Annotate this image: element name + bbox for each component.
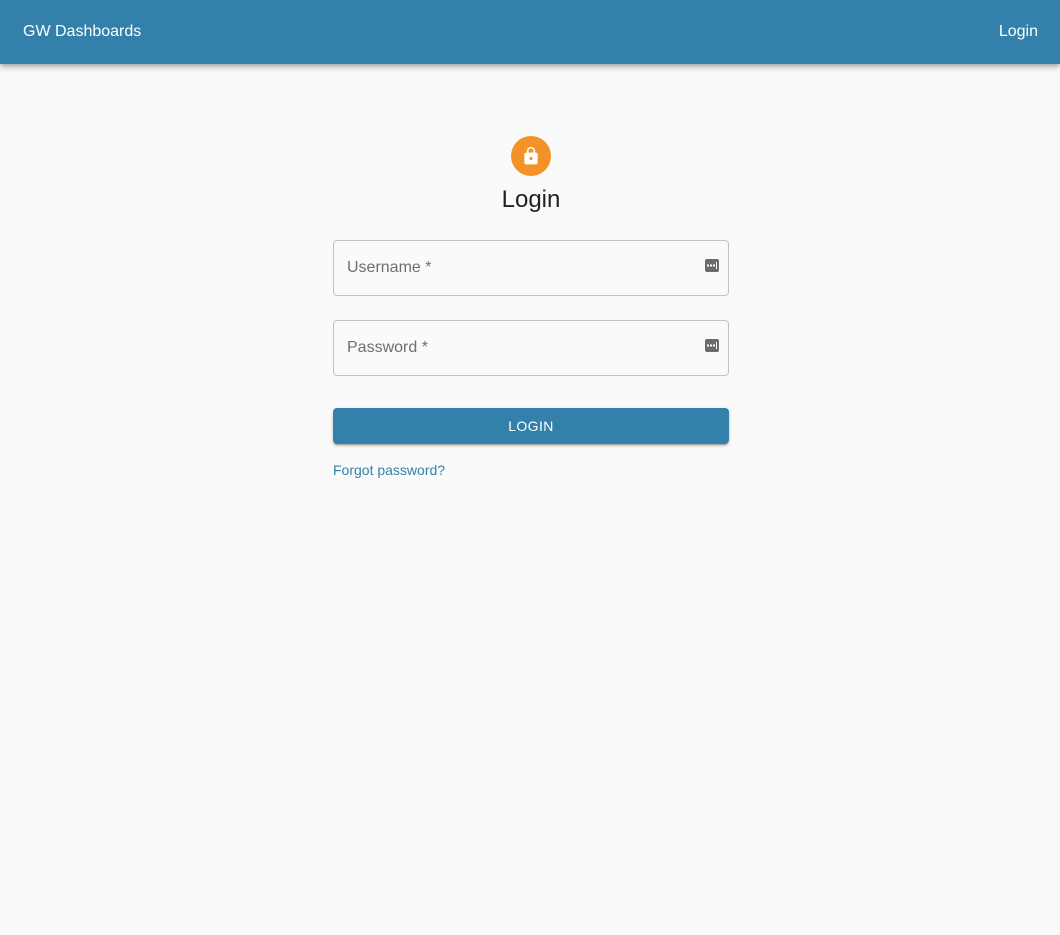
appbar-login-link[interactable]: Login — [999, 0, 1038, 64]
username-field[interactable]: Username * — [333, 240, 729, 296]
password-manager-icon[interactable] — [705, 259, 719, 272]
password-field[interactable]: Password * — [333, 320, 729, 376]
lock-avatar — [511, 136, 551, 176]
lock-icon — [524, 146, 538, 165]
app-bar: GW Dashboards Login — [0, 0, 1060, 64]
username-label: Username * — [347, 259, 432, 276]
password-label: Password * — [347, 339, 428, 356]
page-title: Login — [501, 186, 561, 213]
password-manager-icon[interactable] — [705, 339, 719, 352]
forgot-password-link[interactable]: Forgot password? — [333, 462, 445, 478]
login-form: Login Username * Password * LOGIN Forgot… — [333, 136, 729, 480]
app-title: GW Dashboards — [23, 23, 142, 40]
login-button[interactable]: LOGIN — [333, 408, 729, 444]
